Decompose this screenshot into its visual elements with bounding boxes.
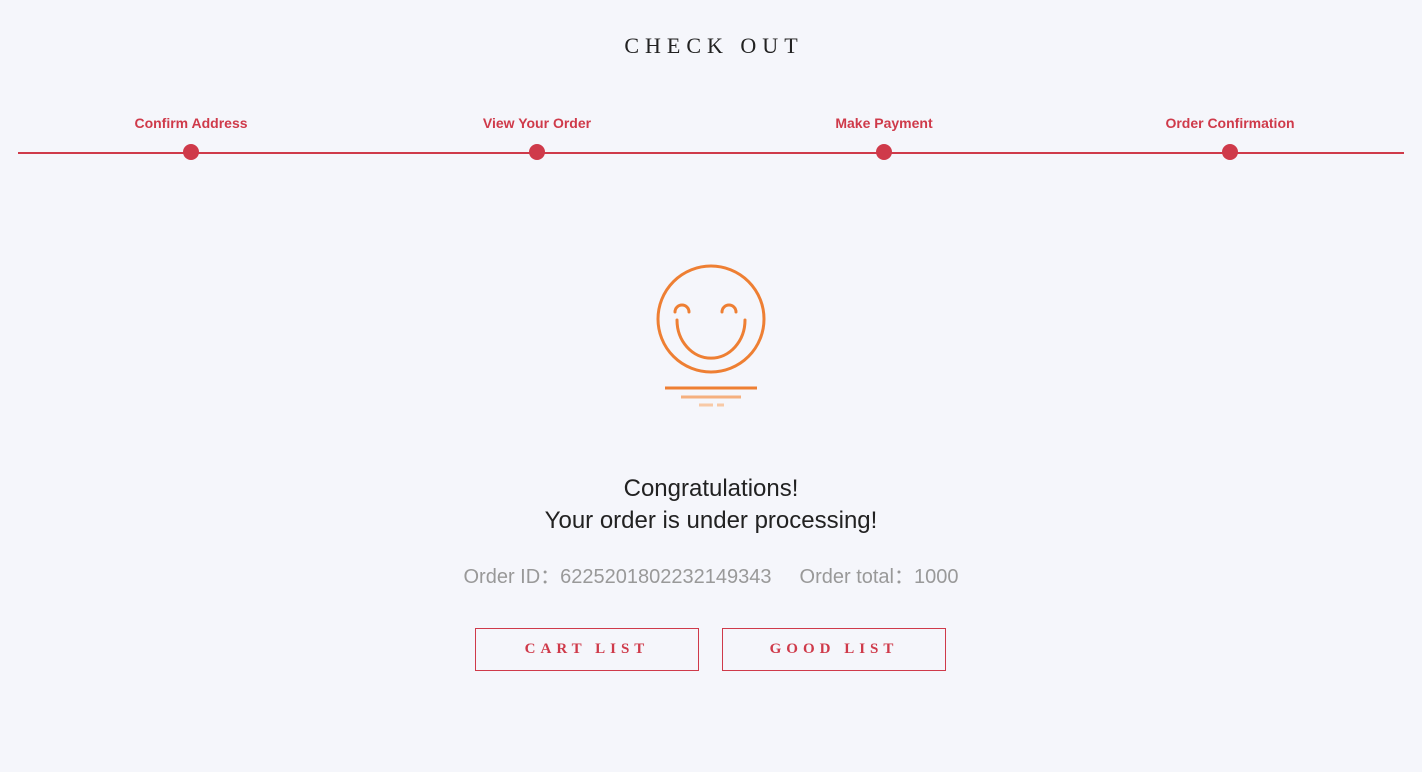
- step-confirm-address[interactable]: Confirm Address: [71, 113, 311, 160]
- checkout-page: CHECK OUT Confirm Address View Your Orde…: [0, 0, 1422, 772]
- order-id-label: Order ID：: [463, 566, 561, 588]
- checkout-progress: Confirm Address View Your Order Make Pay…: [0, 0, 1422, 170]
- step-dot: [876, 144, 892, 160]
- processing-text: Your order is under processing!: [544, 507, 878, 534]
- order-total-label: Order total：: [799, 566, 914, 588]
- step-order-confirmation[interactable]: Order Confirmation: [1110, 113, 1350, 160]
- step-dot: [183, 144, 199, 160]
- step-view-your-order[interactable]: View Your Order: [417, 113, 657, 160]
- smiley-icon: [651, 258, 771, 410]
- order-info: Order ID：6225201802232149343 Order total：…: [0, 560, 1422, 589]
- cart-list-button[interactable]: CART LIST: [475, 628, 699, 671]
- good-list-button[interactable]: GOOD LIST: [722, 628, 946, 671]
- step-label: Confirm Address: [134, 115, 248, 131]
- congratulations-text: Congratulations!: [623, 475, 799, 502]
- step-dot: [529, 144, 545, 160]
- step-make-payment[interactable]: Make Payment: [764, 113, 1004, 160]
- order-id-value: 6225201802232149343: [560, 566, 772, 588]
- step-label: Order Confirmation: [1165, 115, 1295, 131]
- step-dot: [1222, 144, 1238, 160]
- step-label: Make Payment: [835, 115, 933, 131]
- order-total-value: 1000: [914, 566, 959, 588]
- step-label: View Your Order: [482, 115, 592, 131]
- progress-line: [18, 152, 1404, 154]
